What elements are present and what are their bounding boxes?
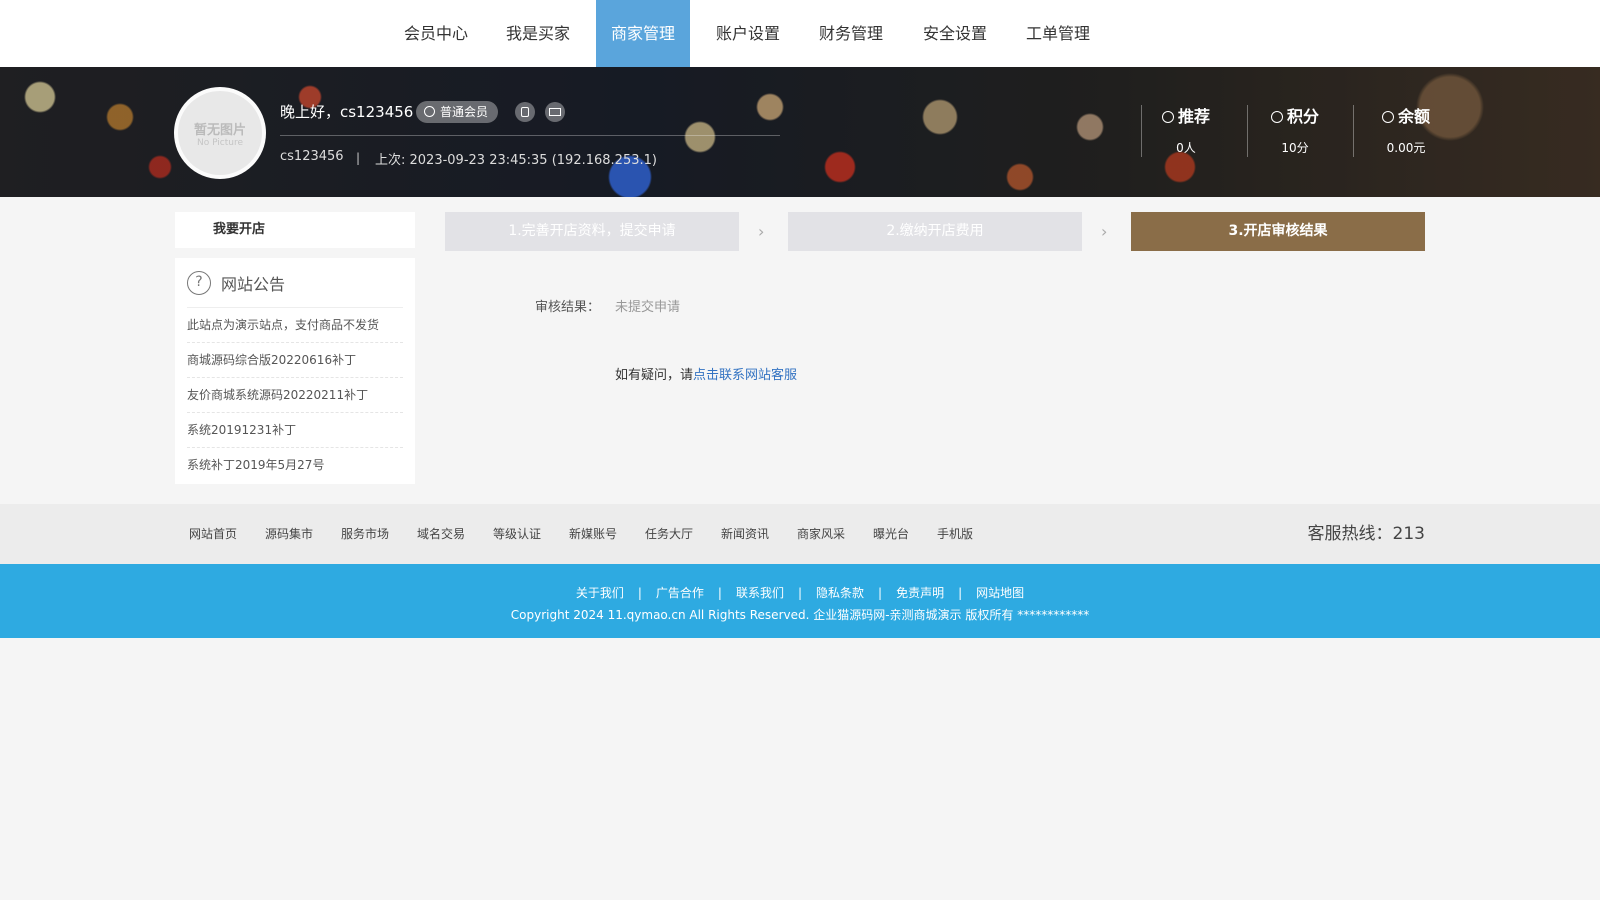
notice-item[interactable]: 系统20191231补丁 bbox=[187, 413, 403, 448]
help-prefix: 如有疑问，请 bbox=[615, 368, 694, 383]
nav-finance[interactable]: 财务管理 bbox=[809, 0, 893, 67]
member-level: 普通会员 bbox=[440, 105, 489, 119]
info-separator: | bbox=[356, 151, 361, 165]
stat-referral[interactable]: 推荐 0人 bbox=[1136, 103, 1236, 156]
footer-pipe: | bbox=[637, 586, 642, 600]
yen-icon bbox=[1381, 111, 1394, 123]
last-login: 上次: 2023-09-23 23:45:35 (192.168.253.1) bbox=[375, 153, 657, 168]
nav-security[interactable]: 安全设置 bbox=[913, 0, 997, 67]
stat-points-label: 积分 bbox=[1286, 107, 1319, 126]
stat-balance-label: 余额 bbox=[1397, 107, 1430, 126]
greeting: 晚上好，cs123456 bbox=[280, 103, 414, 121]
footer-disclaimer-link[interactable]: 免责声明 bbox=[896, 586, 944, 600]
footer-link-exposure[interactable]: 曝光台 bbox=[873, 504, 909, 564]
footer-link-certification[interactable]: 等级认证 bbox=[493, 504, 541, 564]
email-verify-icon[interactable] bbox=[545, 102, 565, 122]
notice-item[interactable]: 此站点为演示站点，支付商品不发货 bbox=[187, 308, 403, 343]
contact-support-link[interactable]: 点击联系网站客服 bbox=[693, 368, 797, 383]
nav-account-settings[interactable]: 账户设置 bbox=[706, 0, 790, 67]
footer-link-mobile[interactable]: 手机版 bbox=[937, 504, 973, 564]
help-text: 如有疑问，请点击联系网站客服 bbox=[615, 364, 797, 383]
footer-link-domain-trade[interactable]: 域名交易 bbox=[417, 504, 465, 564]
stat-points[interactable]: 积分 10分 bbox=[1245, 103, 1345, 156]
footer-pipe: | bbox=[717, 586, 722, 600]
user-id: cs123456 bbox=[280, 149, 344, 164]
step-1-submit-application: 1.完善开店资料，提交申请 bbox=[445, 212, 739, 251]
stat-referral-label: 推荐 bbox=[1177, 107, 1210, 126]
notice-item[interactable]: 友价商城系统源码20220211补丁 bbox=[187, 378, 403, 413]
step-3-review-result: 3.开店审核结果 bbox=[1131, 212, 1425, 251]
member-level-badge: 普通会员 bbox=[416, 101, 499, 123]
notice-title: 网站公告 bbox=[221, 274, 286, 294]
mobile-verify-icon[interactable] bbox=[515, 102, 535, 122]
footer-link-source-market[interactable]: 源码集市 bbox=[265, 504, 313, 564]
footer-contact-link[interactable]: 联系我们 bbox=[736, 586, 784, 600]
footer-ads-link[interactable]: 广告合作 bbox=[656, 586, 704, 600]
question-icon: ? bbox=[187, 270, 211, 295]
nav-buyer[interactable]: 我是买家 bbox=[496, 0, 580, 67]
nav-member-center[interactable]: 会员中心 bbox=[394, 0, 478, 67]
footer-privacy-link[interactable]: 隐私条款 bbox=[816, 586, 864, 600]
phone-icon bbox=[1161, 111, 1174, 123]
avatar-placeholder-text: 暂无图片 bbox=[193, 122, 246, 138]
service-hotline: 客服热线：213 bbox=[1307, 524, 1425, 544]
footer-link-merchants[interactable]: 商家风采 bbox=[797, 504, 845, 564]
footer-link-service-market[interactable]: 服务市场 bbox=[341, 504, 389, 564]
step-arrow-icon: › bbox=[1101, 222, 1108, 241]
profile-banner: 暂无图片 No Picture 晚上好，cs123456 普通会员 cs1234… bbox=[0, 67, 1600, 197]
vip-icon bbox=[424, 106, 435, 117]
avatar-placeholder-subtext: No Picture bbox=[196, 137, 244, 148]
stat-balance-value: 0.00元 bbox=[1386, 141, 1426, 155]
copyright: Copyright 2024 11.qymao.cn All Rights Re… bbox=[510, 608, 1090, 622]
notice-panel: ? 网站公告 此站点为演示站点，支付商品不发货 商城源码综合版20220616补… bbox=[175, 258, 415, 484]
stat-points-value: 10分 bbox=[1281, 141, 1309, 155]
footer-about-link[interactable]: 关于我们 bbox=[576, 586, 624, 600]
profile-divider bbox=[280, 135, 780, 136]
step-arrow-icon: › bbox=[758, 222, 765, 241]
stat-referral-value: 0人 bbox=[1176, 141, 1196, 155]
footer-nav: 网站首页 源码集市 服务市场 域名交易 等级认证 新媒账号 任务大厅 新闻资讯 … bbox=[0, 504, 1600, 564]
footer-link-news[interactable]: 新闻资讯 bbox=[721, 504, 769, 564]
sidebar-title-open-shop[interactable]: 我要开店 bbox=[175, 212, 415, 248]
avatar[interactable]: 暂无图片 No Picture bbox=[174, 87, 266, 179]
review-result-label: 审核结果： bbox=[535, 300, 601, 315]
footer-link-task-hall[interactable]: 任务大厅 bbox=[645, 504, 693, 564]
footer-link-media-accounts[interactable]: 新媒账号 bbox=[569, 504, 617, 564]
footer-sitemap-link[interactable]: 网站地图 bbox=[976, 586, 1024, 600]
footer-pipe: | bbox=[958, 586, 963, 600]
footer-pipe: | bbox=[878, 586, 883, 600]
notice-item[interactable]: 商城源码综合版20220616补丁 bbox=[187, 343, 403, 378]
stat-divider bbox=[1353, 105, 1354, 157]
notice-header: ? 网站公告 bbox=[187, 258, 403, 308]
coins-icon bbox=[1270, 111, 1283, 123]
stat-balance[interactable]: 余额 0.00元 bbox=[1356, 103, 1456, 156]
footer-bottom-links: 关于我们 | 广告合作 | 联系我们 | 隐私条款 | 免责声明 | 网站地图 bbox=[0, 584, 1600, 601]
review-result-value: 未提交申请 bbox=[615, 300, 681, 315]
step-2-pay-fee: 2.缴纳开店费用 bbox=[788, 212, 1082, 251]
footer-link-home[interactable]: 网站首页 bbox=[189, 504, 237, 564]
top-nav: 会员中心 我是买家 商家管理 账户设置 财务管理 安全设置 工单管理 bbox=[0, 0, 1600, 67]
footer-pipe: | bbox=[797, 586, 803, 600]
notice-item[interactable]: 系统补丁2019年5月27号 bbox=[187, 448, 403, 483]
footer-bottom: 关于我们 | 广告合作 | 联系我们 | 隐私条款 | 免责声明 | 网站地图 Copyright … bbox=[0, 564, 1600, 638]
nav-ticket[interactable]: 工单管理 bbox=[1016, 0, 1100, 67]
nav-merchant-management[interactable]: 商家管理 bbox=[596, 0, 690, 67]
